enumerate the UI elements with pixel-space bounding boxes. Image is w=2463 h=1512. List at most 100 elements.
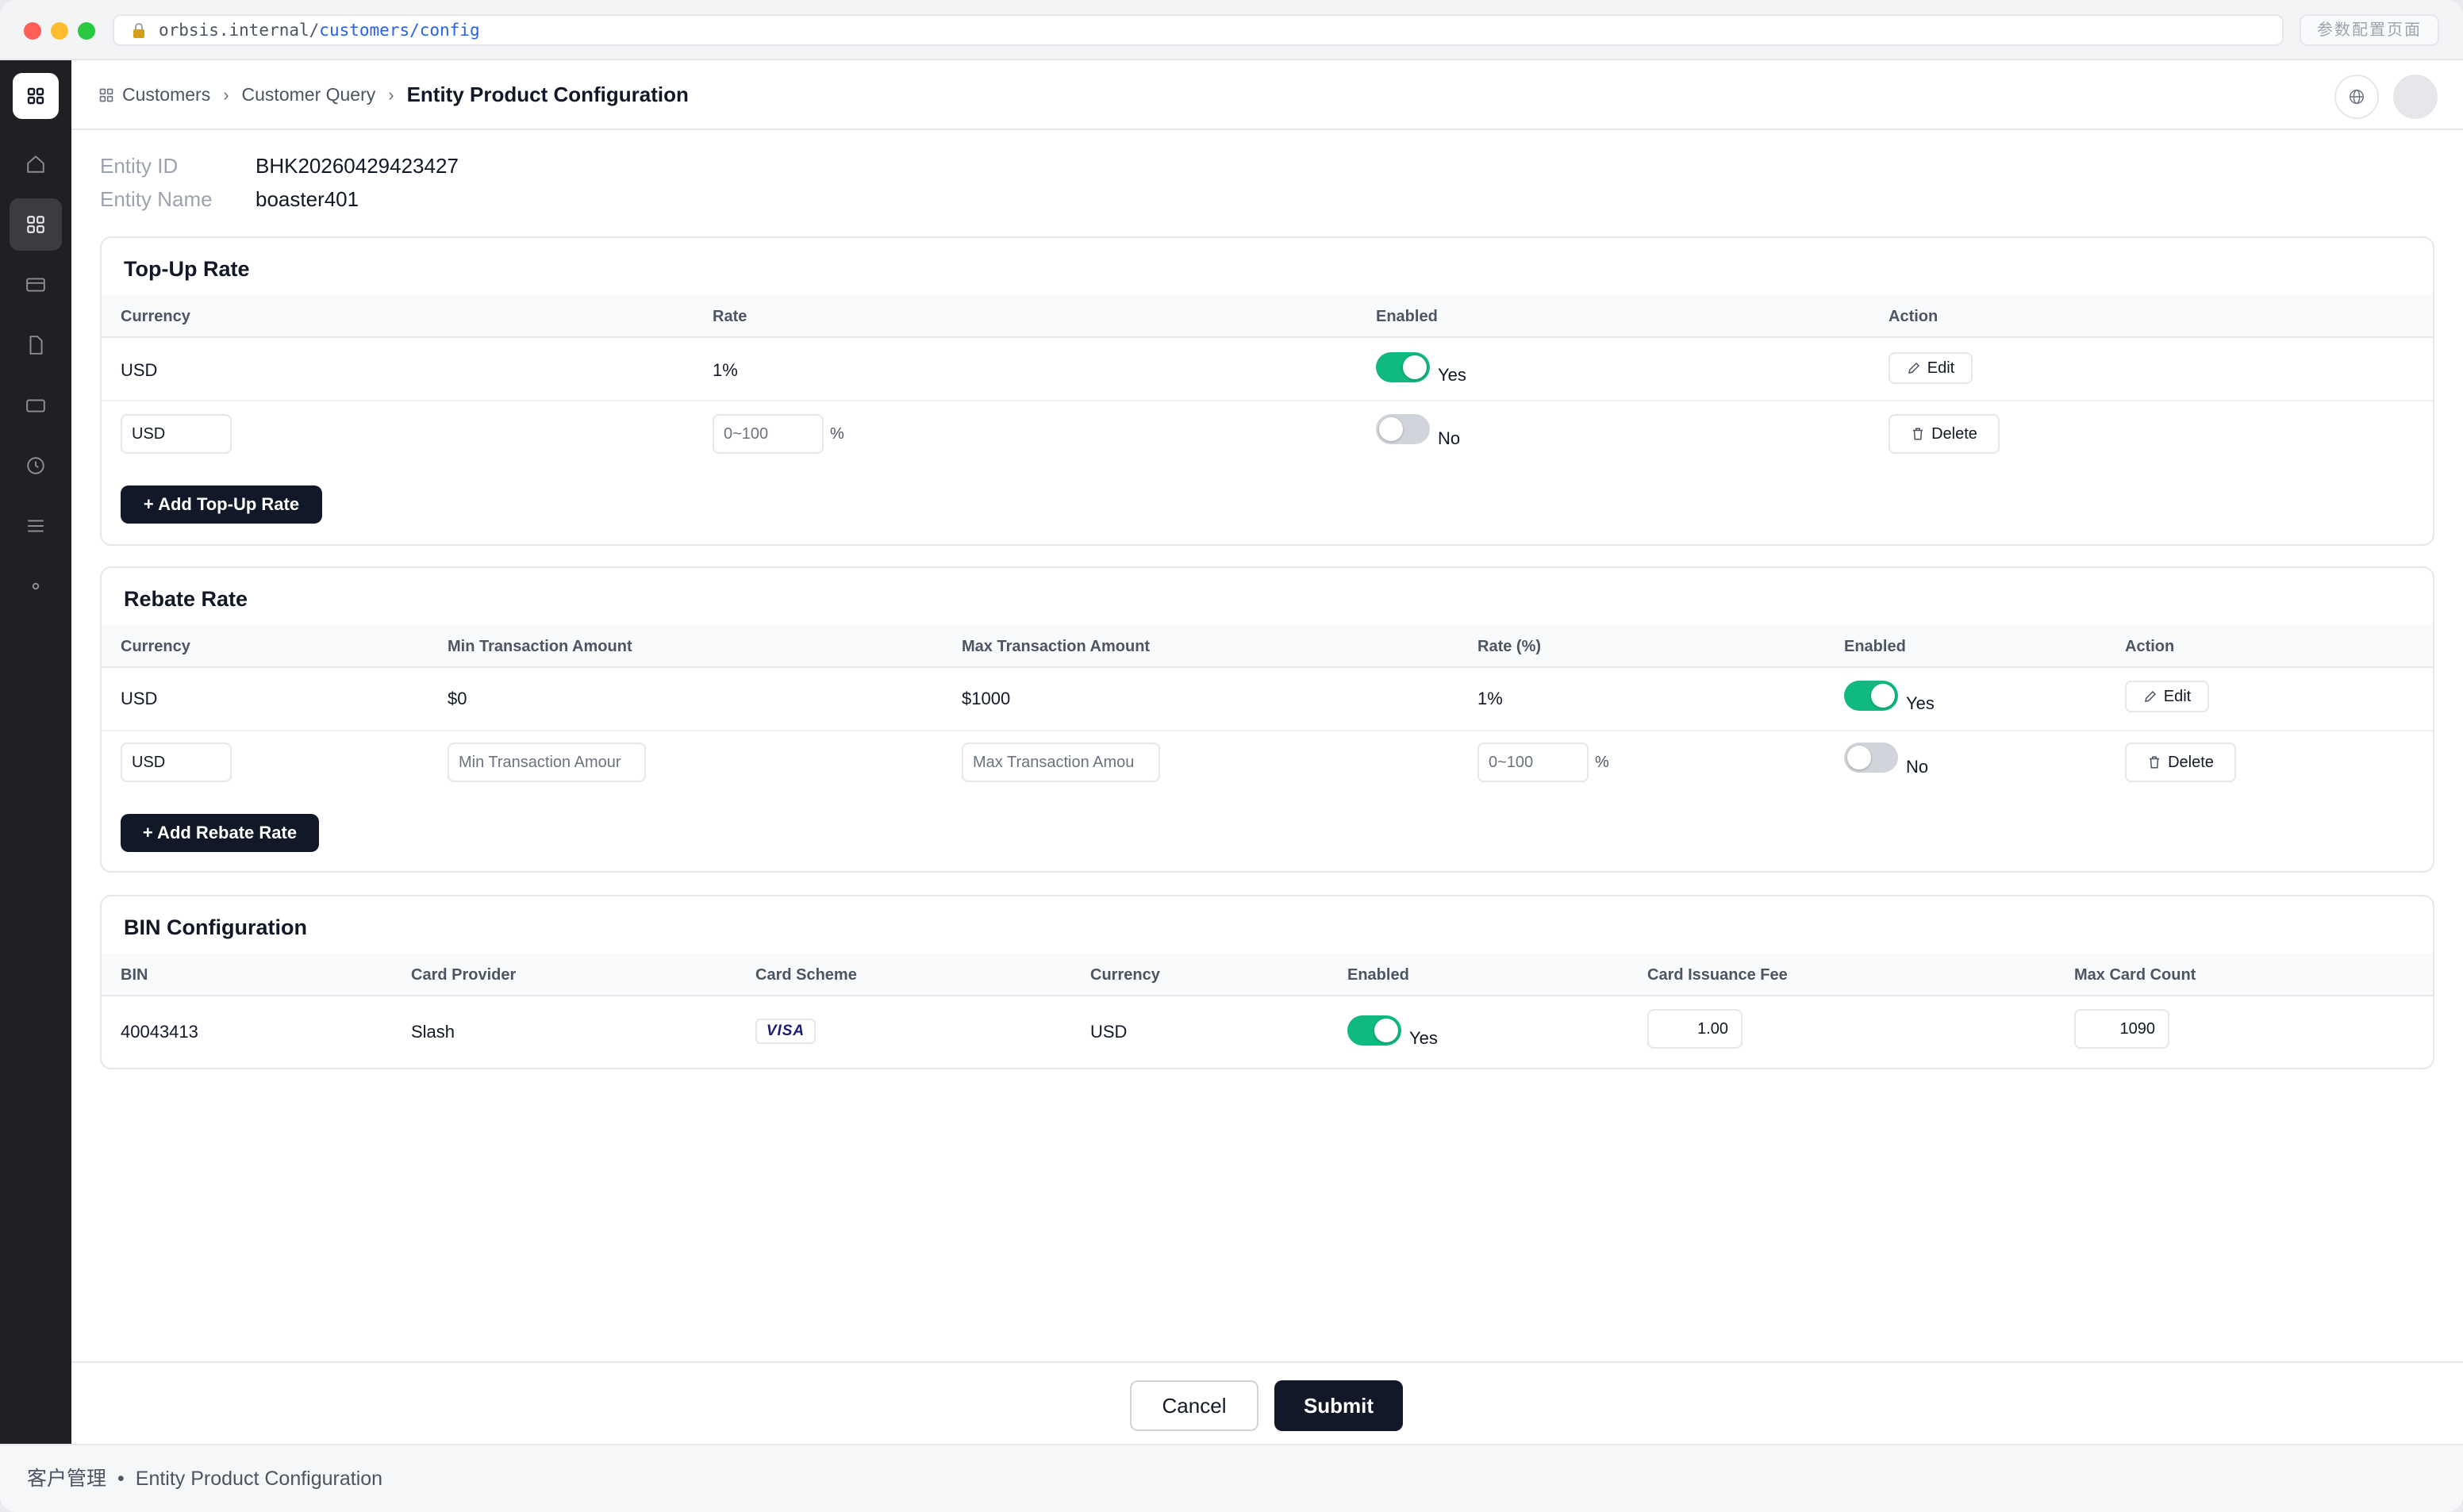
max-amount-input[interactable]: Max Transaction Amou [962, 743, 1160, 782]
topup-rate-title: Top-Up Rate [124, 257, 250, 281]
pencil-icon [1908, 362, 1919, 374]
page-config-tab-button[interactable]: 参数配置页面 [2300, 14, 2439, 46]
enabled-toggle[interactable] [1347, 1015, 1401, 1046]
sidebar-item-cards[interactable] [10, 259, 62, 311]
minimize-window-button[interactable] [51, 22, 68, 40]
enabled-toggle[interactable] [1844, 681, 1898, 711]
currency-cell: USD [121, 689, 158, 708]
edit-button[interactable]: Edit [1889, 352, 1973, 384]
edit-button-label: Edit [1927, 359, 1955, 377]
enabled-label: Yes [1438, 365, 1466, 385]
enabled-label: No [1906, 757, 1929, 777]
enabled-label: Yes [1409, 1028, 1438, 1048]
address-bar[interactable]: orbsis.internal/customers/config [113, 14, 2284, 46]
column-header: Currency [121, 638, 190, 655]
toggle-knob [1379, 417, 1403, 441]
percent-unit: % [830, 425, 844, 443]
column-header: Card Issuance Fee [1647, 966, 1788, 984]
currency-input[interactable]: USD [121, 414, 232, 454]
cancel-button[interactable]: Cancel [1130, 1380, 1258, 1431]
column-header: Currency [121, 308, 190, 325]
delete-button[interactable]: Delete [1889, 414, 2000, 454]
lock-icon [133, 23, 144, 38]
edit-button-label: Edit [2163, 687, 2192, 705]
clock-icon [27, 457, 44, 474]
enabled-toggle[interactable] [1844, 743, 1898, 773]
app-window: orbsis.internal/customers/config 参数配置页面 [0, 0, 2463, 1512]
home-icon [27, 155, 44, 173]
browser-chrome: orbsis.internal/customers/config 参数配置页面 [0, 0, 2463, 60]
sidebar-item-history[interactable] [10, 439, 62, 492]
trash-icon [2150, 756, 2160, 769]
toggle-knob [1374, 1019, 1398, 1042]
topup-rate-card: Top-Up Rate Currency Rate Enabled Action… [100, 236, 2434, 546]
column-header: Rate [713, 308, 747, 325]
currency-cell: USD [121, 360, 158, 380]
toggle-knob [1403, 355, 1427, 379]
tablet-icon [26, 399, 45, 413]
max-card-count-input[interactable]: 1090 [2074, 1009, 2169, 1049]
submit-button[interactable]: Submit [1274, 1380, 1403, 1431]
breadcrumb-separator: › [388, 84, 394, 105]
bin-table-header: BIN Card Provider Card Scheme Currency E… [102, 954, 2433, 996]
menu-icon [28, 520, 44, 532]
sidebar-item-customers[interactable] [10, 198, 62, 251]
sidebar-item-home[interactable] [10, 138, 62, 190]
pencil-icon [2144, 690, 2156, 702]
app-logo[interactable] [13, 73, 59, 119]
rebate-rate-title: Rebate Rate [124, 587, 248, 611]
breadcrumb-customers[interactable]: Customers [122, 84, 210, 106]
column-header: BIN [121, 966, 148, 984]
language-button[interactable] [2334, 75, 2379, 119]
topup-table-header: Currency Rate Enabled Action [102, 295, 2433, 338]
avatar[interactable] [2393, 75, 2438, 119]
currency-input[interactable]: USD [121, 743, 232, 782]
column-header: Enabled [1376, 308, 1438, 325]
trash-icon [1913, 428, 1923, 440]
sidebar-item-more[interactable] [10, 560, 62, 612]
page-header: Customers › Customer Query › Entity Prod… [71, 60, 2463, 130]
bin-configuration-title: BIN Configuration [124, 915, 307, 939]
maximize-window-button[interactable] [78, 22, 95, 40]
sidebar-item-devices[interactable] [10, 379, 62, 432]
enabled-label: Yes [1906, 693, 1935, 713]
column-header: Min Transaction Amount [448, 638, 632, 655]
breadcrumb-customer-query[interactable]: Customer Query [242, 84, 376, 106]
grid-icon [27, 87, 44, 105]
min-amount-cell: $0 [448, 689, 467, 708]
table-row: USD 1% Yes Edit [102, 338, 2433, 401]
edit-button[interactable]: Edit [2125, 681, 2209, 712]
breadcrumb-separator: › [223, 84, 229, 105]
rate-cell: 1% [1477, 689, 1503, 708]
table-row-new: USD 0~100 % No Delete [102, 401, 2433, 470]
card-issuance-fee-input[interactable]: 1.00 [1647, 1009, 1743, 1049]
url-host: orbsis.internal/ [159, 21, 320, 40]
delete-button[interactable]: Delete [2125, 743, 2236, 782]
table-row-new: USD Min Transaction Amour Max Transactio… [102, 731, 2433, 798]
globe-icon [2350, 90, 2364, 104]
url-path: customers/config [319, 21, 480, 40]
min-amount-input[interactable]: Min Transaction Amour [448, 743, 646, 782]
add-rebate-rate-button[interactable]: + Add Rebate Rate [121, 814, 319, 852]
add-topup-rate-button[interactable]: + Add Top-Up Rate [121, 485, 322, 524]
card-provider-cell: Slash [411, 1022, 455, 1042]
toggle-knob [1847, 746, 1871, 769]
enabled-toggle[interactable] [1376, 352, 1430, 382]
max-amount-cell: $1000 [962, 689, 1011, 708]
enabled-toggle[interactable] [1376, 414, 1430, 444]
bin-cell: 40043413 [121, 1022, 198, 1042]
sidebar-item-menu[interactable] [10, 500, 62, 552]
entity-id-value: BHK20260429423427 [256, 154, 459, 178]
dot-icon [32, 582, 40, 590]
status-page: Entity Product Configuration [135, 1468, 383, 1490]
bin-configuration-card: BIN Configuration BIN Card Provider Card… [100, 895, 2434, 1069]
rate-input[interactable]: 0~100 [713, 414, 824, 454]
column-header: Enabled [1844, 638, 1906, 655]
column-header: Card Scheme [755, 966, 857, 984]
close-window-button[interactable] [24, 22, 41, 40]
sidebar-item-documents[interactable] [10, 319, 62, 371]
rate-input[interactable]: 0~100 [1477, 743, 1589, 782]
percent-unit: % [1595, 754, 1609, 771]
currency-cell: USD [1090, 1022, 1128, 1042]
column-header: Card Provider [411, 966, 517, 984]
